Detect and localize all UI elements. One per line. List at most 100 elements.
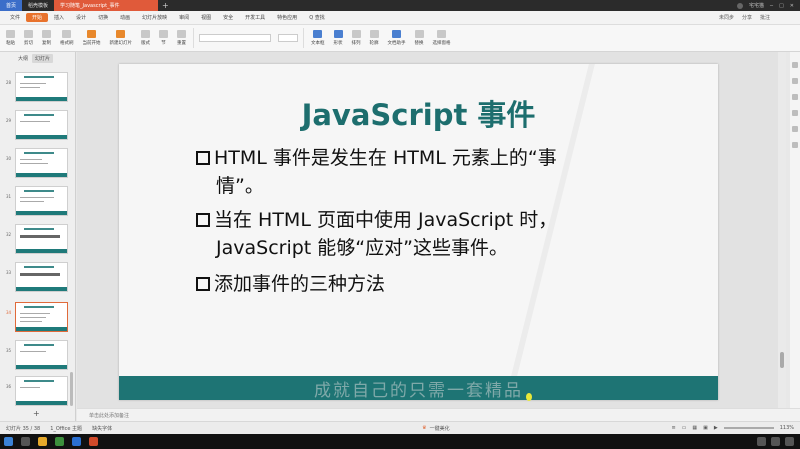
font-name-select[interactable]	[199, 34, 271, 42]
tab-active-document[interactable]: 学习随笔_Javascript_事件	[54, 0, 159, 11]
tab-outline[interactable]: 大纲	[18, 55, 28, 62]
add-slide-button[interactable]: +	[33, 409, 40, 418]
notes-icon[interactable]: ≡	[671, 425, 675, 431]
arrange-button[interactable]: 排列	[350, 30, 363, 46]
cut-button[interactable]: 剪切	[22, 30, 35, 46]
slide-thumbnail-selected[interactable]: 34	[0, 302, 76, 336]
play-icon[interactable]: ▶	[714, 425, 718, 431]
maximize-icon[interactable]: □	[779, 3, 784, 9]
bullet-item[interactable]: 添加事件的三种方法	[196, 270, 385, 298]
outline-button[interactable]: 轮廓	[368, 30, 381, 46]
layout-button[interactable]: 版式	[139, 30, 152, 46]
user-name[interactable]: 宅宅猫	[749, 2, 764, 9]
slide-thumbnail[interactable]: 30	[0, 148, 76, 182]
thumbnail-scrollbar[interactable]	[70, 372, 73, 406]
textbox-button[interactable]: 文本框	[309, 30, 327, 46]
new-slide-button[interactable]: 新建幻灯片	[108, 30, 135, 46]
shape-button[interactable]: 形状	[332, 30, 345, 46]
tab-templates[interactable]: 稻壳模板	[22, 0, 54, 11]
vertical-scrollbar[interactable]	[778, 52, 786, 408]
tab-home[interactable]: 首页	[0, 0, 23, 11]
bullet-item[interactable]: HTML 事件是发生在 HTML 元素上的“事 情”。	[196, 144, 557, 200]
slide-thumbnail[interactable]: 36	[0, 376, 76, 410]
menu-item-search[interactable]: Q 查找	[303, 14, 331, 21]
app-icon[interactable]	[55, 437, 64, 446]
tool-icon[interactable]	[792, 62, 798, 68]
close-icon[interactable]: ✕	[790, 3, 794, 9]
zoom-slider[interactable]	[723, 427, 774, 429]
comment-button[interactable]: 批注	[760, 14, 770, 21]
scrollbar-thumb[interactable]	[780, 352, 784, 368]
notes-field[interactable]: 单击此处添加备注	[77, 408, 800, 421]
reset-button[interactable]: 重置	[175, 30, 188, 46]
avatar[interactable]	[737, 2, 744, 9]
slide-title[interactable]: JavaScript 事件	[119, 92, 718, 134]
paste-button[interactable]: 粘贴	[4, 30, 17, 46]
doc-assistant-button[interactable]: 文档助手	[386, 30, 408, 46]
menu-item-slideshow[interactable]: 幻灯片放映	[136, 14, 173, 21]
browser-icon[interactable]	[72, 437, 81, 446]
explorer-icon[interactable]	[38, 437, 47, 446]
tool-icon[interactable]	[792, 142, 798, 148]
menu-item-file[interactable]: 文件	[4, 14, 26, 21]
menu-item-animation[interactable]: 动画	[114, 14, 136, 21]
menu-item-developer[interactable]: 开发工具	[239, 14, 271, 21]
menu-item-view[interactable]: 视图	[195, 14, 217, 21]
menu-item-review[interactable]: 审阅	[173, 14, 195, 21]
missing-font-button[interactable]: 缺失字体	[92, 425, 112, 432]
assistant-icon	[392, 30, 401, 38]
tool-icon[interactable]	[792, 110, 798, 116]
copy-button[interactable]: 复制	[40, 30, 53, 46]
search-icon[interactable]	[21, 437, 30, 446]
tab-slides[interactable]: 幻灯片	[32, 53, 54, 63]
bullet-square-icon	[196, 151, 210, 165]
selection-pane-button[interactable]: 选择窗格	[431, 30, 453, 46]
zoom-level[interactable]: 113%	[780, 425, 794, 431]
input-method-icon[interactable]	[785, 437, 794, 446]
slide-thumbnail[interactable]: 29	[0, 110, 76, 144]
beautify-button[interactable]: 一键美化	[430, 425, 450, 432]
reading-view-icon[interactable]: ▣	[703, 425, 708, 431]
sync-status[interactable]: 未同步	[719, 14, 734, 21]
bullet-item[interactable]: 当在 HTML 页面中使用 JavaScript 时， JavaScript 能…	[196, 206, 557, 262]
format-painter-button[interactable]: 格式刷	[58, 30, 76, 46]
wps-icon[interactable]	[89, 437, 98, 446]
slide-thumbnail-panel: 大纲 幻灯片 28 29 30 31 32 33 34 35 36 +	[0, 52, 76, 422]
replace-button[interactable]: 替换	[413, 30, 426, 46]
shape-icon	[333, 30, 343, 38]
share-button[interactable]: 分享	[742, 14, 752, 21]
menu-item-home[interactable]: 开始	[26, 13, 49, 22]
textbox-icon	[313, 30, 323, 38]
title-bar: 首页 稻壳模板 学习随笔_Javascript_事件 + 宅宅猫 ─ □ ✕	[0, 0, 800, 11]
tool-icon[interactable]	[792, 78, 798, 84]
slide-thumbnail[interactable]: 28	[0, 72, 76, 106]
menu-item-transition[interactable]: 切换	[92, 14, 114, 21]
volume-icon[interactable]	[771, 437, 780, 446]
tool-icon[interactable]	[792, 94, 798, 100]
minimize-icon[interactable]: ─	[770, 3, 773, 9]
slide-thumbnail[interactable]: 33	[0, 262, 76, 296]
menu-item-insert[interactable]: 插入	[48, 14, 70, 21]
slide-thumbnail[interactable]: 35	[0, 340, 76, 374]
menu-item-features[interactable]: 特色应用	[271, 14, 303, 21]
play-from-current-button[interactable]: 当前开始	[81, 30, 103, 46]
network-icon[interactable]	[757, 437, 766, 446]
menu-item-design[interactable]: 设计	[70, 14, 92, 21]
brush-icon	[62, 30, 72, 38]
cut-icon	[24, 30, 33, 38]
section-button[interactable]: 节	[157, 30, 170, 46]
tool-icon[interactable]	[792, 126, 798, 132]
slide-thumbnail[interactable]: 32	[0, 224, 76, 258]
normal-view-icon[interactable]: ▭	[682, 425, 687, 431]
slide[interactable]: JavaScript 事件 HTML 事件是发生在 HTML 元素上的“事 情”…	[119, 64, 718, 400]
sorter-view-icon[interactable]: ▦	[692, 425, 697, 431]
slide-canvas-area: JavaScript 事件 HTML 事件是发生在 HTML 元素上的“事 情”…	[77, 52, 778, 408]
slide-thumbnail[interactable]: 31	[0, 186, 76, 220]
ribbon-toolbar: 粘贴 剪切 复制 格式刷 当前开始 新建幻灯片 版式 节 重置 文本框 形状 排…	[0, 25, 800, 52]
start-icon[interactable]	[4, 437, 13, 446]
menu-item-security[interactable]: 安全	[217, 14, 239, 21]
font-size-select[interactable]	[278, 34, 298, 42]
slide-footer-banner: 成就自己的只需一套精品	[119, 376, 718, 400]
new-tab-button[interactable]: +	[158, 0, 173, 11]
beautify-icon: ♛	[422, 425, 427, 431]
